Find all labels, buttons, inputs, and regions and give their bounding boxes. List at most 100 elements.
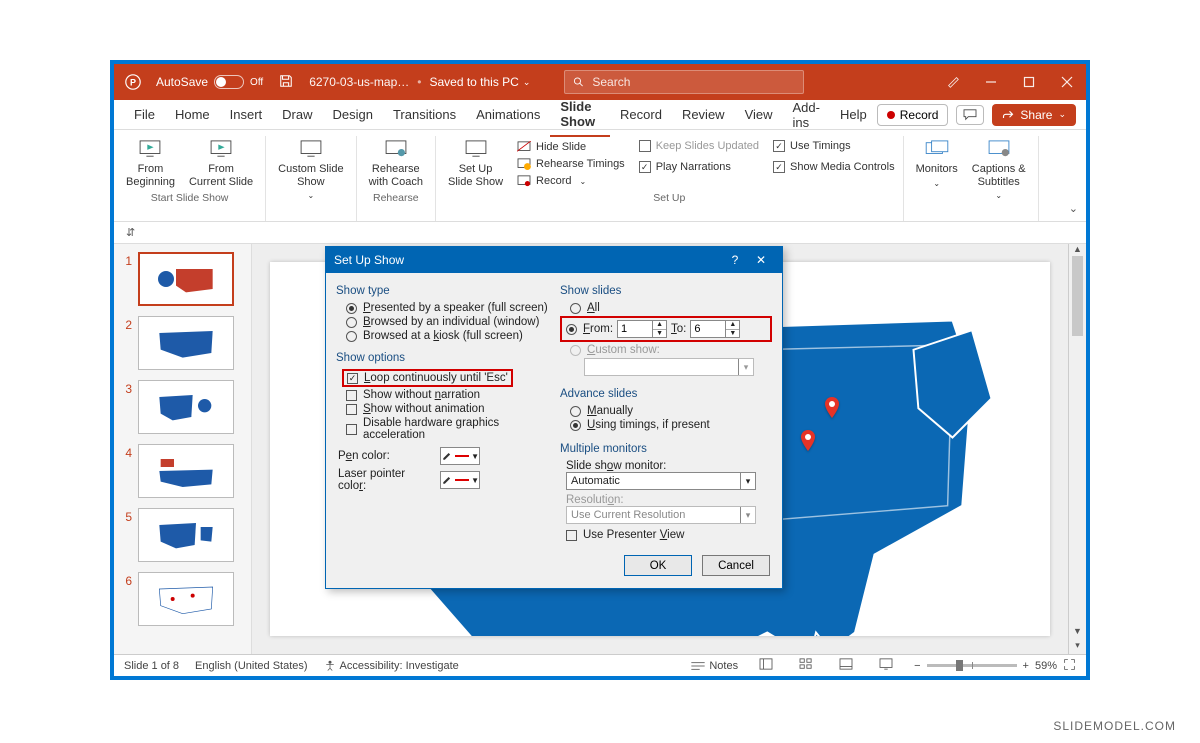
collapse-ribbon-button[interactable]: ⌄ — [1069, 202, 1078, 215]
reading-view-button[interactable] — [834, 658, 858, 673]
document-name[interactable]: 6270-03-us-map… — [309, 75, 409, 89]
timings-radio[interactable]: Using timings, if present — [570, 419, 772, 431]
monitor-icon — [299, 138, 323, 160]
no-animation-checkbox[interactable]: Show without animation — [346, 403, 548, 415]
tab-home[interactable]: Home — [165, 101, 220, 128]
scroll-down-double[interactable]: ▾ — [1069, 640, 1086, 654]
set-up-show-dialog: Set Up Show ? ✕ Show type Presented by a… — [325, 246, 783, 589]
fit-to-window-button[interactable] — [1063, 658, 1076, 674]
accessibility-indicator[interactable]: Accessibility: Investigate — [324, 660, 459, 672]
thumbnail-5[interactable] — [138, 508, 234, 562]
custom-show-radio: Custom show: — [570, 344, 772, 356]
slide-indicator[interactable]: Slide 1 of 8 — [124, 660, 179, 672]
zoom-out-button[interactable]: − — [914, 660, 920, 672]
browsed-kiosk-radio[interactable]: Browsed at a kiosk (full screen) — [346, 330, 548, 342]
presenter-view-checkbox[interactable]: Use Presenter View — [566, 529, 772, 541]
autosave-state: Off — [250, 77, 263, 88]
custom-slide-show-button[interactable]: Custom Slide Show ⌄ — [274, 136, 347, 202]
tab-help[interactable]: Help — [830, 101, 877, 128]
rehearse-coach-button[interactable]: Rehearse with Coach — [365, 136, 427, 190]
tab-review[interactable]: Review — [672, 101, 735, 128]
show-media-controls-checkbox[interactable]: Show Media Controls — [773, 161, 895, 173]
saved-to[interactable]: Saved to this PC⌄ — [429, 75, 536, 89]
tab-record[interactable]: Record — [610, 101, 672, 128]
normal-view-button[interactable] — [754, 658, 778, 673]
from-spinner[interactable]: ▲▼ — [617, 320, 667, 338]
scroll-thumb[interactable] — [1072, 256, 1083, 336]
monitor-label: Slide show monitor: — [566, 460, 772, 472]
manually-radio[interactable]: Manually — [570, 405, 772, 417]
notes-button[interactable]: Notes — [691, 660, 738, 672]
tab-transitions[interactable]: Transitions — [383, 101, 466, 128]
svg-text:P: P — [130, 78, 136, 88]
search-box[interactable] — [564, 70, 804, 94]
show-type-label: Show type — [336, 285, 548, 297]
monitor-combo[interactable]: Automatic▾ — [566, 472, 756, 490]
presented-radio[interactable]: Presented by a speaker (full screen) — [346, 302, 548, 314]
language-indicator[interactable]: English (United States) — [195, 660, 308, 672]
dialog-close-button[interactable]: ✕ — [748, 253, 774, 267]
dialog-title: Set Up Show — [334, 253, 404, 267]
resolution-combo: Use Current Resolution▾ — [566, 506, 756, 524]
zoom-percent[interactable]: 59% — [1035, 660, 1057, 672]
search-input[interactable] — [592, 75, 795, 89]
dialog-help-button[interactable]: ? — [722, 253, 748, 267]
set-up-slide-show-button[interactable]: Set Up Slide Show — [444, 136, 507, 190]
autosave-toggle[interactable] — [214, 75, 244, 89]
to-spinner[interactable]: ▲▼ — [690, 320, 740, 338]
qat-customize-button[interactable]: ⇵ — [126, 226, 135, 239]
tab-file[interactable]: File — [124, 101, 165, 128]
all-slides-radio[interactable]: All — [570, 302, 772, 314]
zoom-in-button[interactable]: + — [1023, 660, 1029, 672]
slideshow-view-button[interactable] — [874, 658, 898, 673]
from-radio[interactable]: From: — [566, 323, 613, 335]
tab-design[interactable]: Design — [323, 101, 383, 128]
captions-button[interactable]: Captions & Subtitles ⌄ — [968, 136, 1030, 202]
maximize-button[interactable] — [1010, 64, 1048, 100]
mic-icon[interactable] — [934, 64, 972, 100]
powerpoint-icon: P — [124, 73, 142, 91]
thumbnail-6[interactable] — [138, 572, 234, 626]
save-icon[interactable] — [279, 74, 293, 91]
menu-tabs: File Home Insert Draw Design Transitions… — [114, 100, 1086, 130]
disable-hw-checkbox[interactable]: Disable hardware graphics acceleration — [346, 417, 548, 441]
minimize-button[interactable] — [972, 64, 1010, 100]
tab-animations[interactable]: Animations — [466, 101, 550, 128]
search-icon — [573, 76, 584, 88]
use-timings-checkbox[interactable]: Use Timings — [773, 140, 895, 152]
monitors-button[interactable]: Monitors ⌄ — [912, 136, 962, 190]
monitors-icon — [925, 138, 949, 160]
sorter-view-button[interactable] — [794, 658, 818, 673]
thumbnail-1[interactable] — [138, 252, 234, 306]
pen-color-dropdown[interactable]: ▼ — [440, 447, 480, 465]
play-narrations-checkbox[interactable]: Play Narrations — [639, 161, 759, 173]
rehearse-timings-button[interactable]: Rehearse Timings — [517, 157, 625, 171]
hide-slide-button[interactable]: Hide Slide — [517, 140, 625, 154]
no-narration-checkbox[interactable]: Show without narration — [346, 389, 548, 401]
thumbnail-4[interactable] — [138, 444, 234, 498]
show-options-label: Show options — [336, 352, 548, 364]
loop-checkbox[interactable]: Loop continuously until 'Esc' — [347, 372, 508, 384]
thumbnail-3[interactable] — [138, 380, 234, 434]
laser-color-dropdown[interactable]: ▼ — [440, 471, 480, 489]
share-button[interactable]: Share ⌄ — [992, 104, 1076, 126]
scroll-down-button[interactable]: ▼ — [1069, 626, 1086, 640]
tab-insert[interactable]: Insert — [220, 101, 273, 128]
close-button[interactable] — [1048, 64, 1086, 100]
notes-icon — [691, 661, 705, 671]
thumbnail-2[interactable] — [138, 316, 234, 370]
ok-button[interactable]: OK — [624, 555, 692, 576]
tab-view[interactable]: View — [735, 101, 783, 128]
zoom-slider[interactable] — [927, 664, 1017, 667]
from-beginning-button[interactable]: From Beginning — [122, 136, 179, 190]
browsed-individual-radio[interactable]: Browsed by an individual (window) — [346, 316, 548, 328]
coach-icon — [384, 138, 408, 160]
from-current-button[interactable]: From Current Slide — [185, 136, 257, 190]
vertical-scrollbar[interactable]: ▲ ▼ ▾ — [1068, 244, 1086, 654]
comments-button[interactable] — [956, 105, 984, 125]
record-button[interactable]: Record — [877, 104, 949, 126]
cancel-button[interactable]: Cancel — [702, 555, 770, 576]
status-bar: Slide 1 of 8 English (United States) Acc… — [114, 654, 1086, 676]
record-menu-button[interactable]: Record⌄ — [517, 174, 625, 188]
tab-draw[interactable]: Draw — [272, 101, 322, 128]
